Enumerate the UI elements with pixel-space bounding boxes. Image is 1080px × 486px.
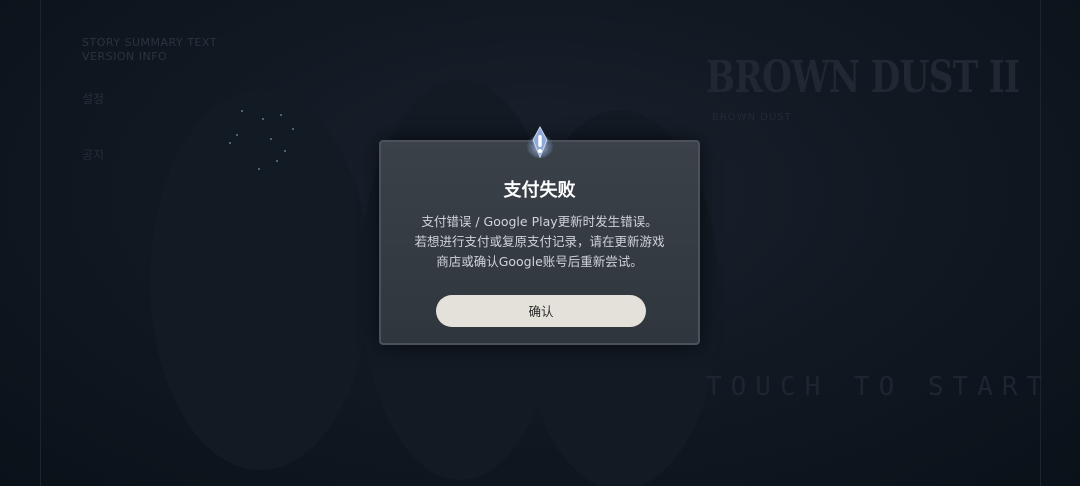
sparkle xyxy=(229,142,231,144)
payment-failed-dialog: 支付失败 支付错误 / Google Play更新时发生错误。 若想进行支付或复… xyxy=(379,140,700,345)
sparkle xyxy=(241,110,243,112)
game-logo: BROWN DUST II xyxy=(706,52,1020,103)
sparkle xyxy=(270,138,272,140)
sparkle xyxy=(236,134,238,136)
dialog-message-line: 商店或确认Google账号后重新尝试。 xyxy=(436,254,643,269)
background-info-text: STORY SUMMARY TEXT VERSION INFO xyxy=(82,36,217,63)
dialog-title: 支付失败 xyxy=(503,180,576,201)
dialog-message: 支付错误 / Google Play更新时发生错误。 若想进行支付或复原支付记录… xyxy=(395,212,684,272)
dialog-message-line: 支付错误 / Google Play更新时发生错误。 xyxy=(421,214,658,229)
background-menu-label: 설정 xyxy=(82,92,105,106)
touch-to-start-text: TOUCH TO START xyxy=(706,372,1052,402)
background-frame-line xyxy=(1040,0,1041,486)
sparkle xyxy=(276,160,278,162)
confirm-button[interactable]: 确认 xyxy=(436,295,646,327)
alert-exclamation-icon xyxy=(527,126,553,159)
sparkle xyxy=(284,150,286,152)
background-frame-line xyxy=(40,0,41,486)
dialog-message-line: 若想进行支付或复原支付记录，请在更新游戏 xyxy=(414,234,665,249)
background-menu-label: 공지 xyxy=(82,148,105,162)
game-title-screen: STORY SUMMARY TEXT VERSION INFO 설정 공지 BR… xyxy=(0,0,1080,486)
sparkle xyxy=(292,128,294,130)
sparkle xyxy=(262,118,264,120)
sparkle xyxy=(258,168,260,170)
background-character-silhouette xyxy=(150,90,370,470)
sparkle xyxy=(280,114,282,116)
game-logo-subtitle: BROWN DUST xyxy=(712,112,792,123)
